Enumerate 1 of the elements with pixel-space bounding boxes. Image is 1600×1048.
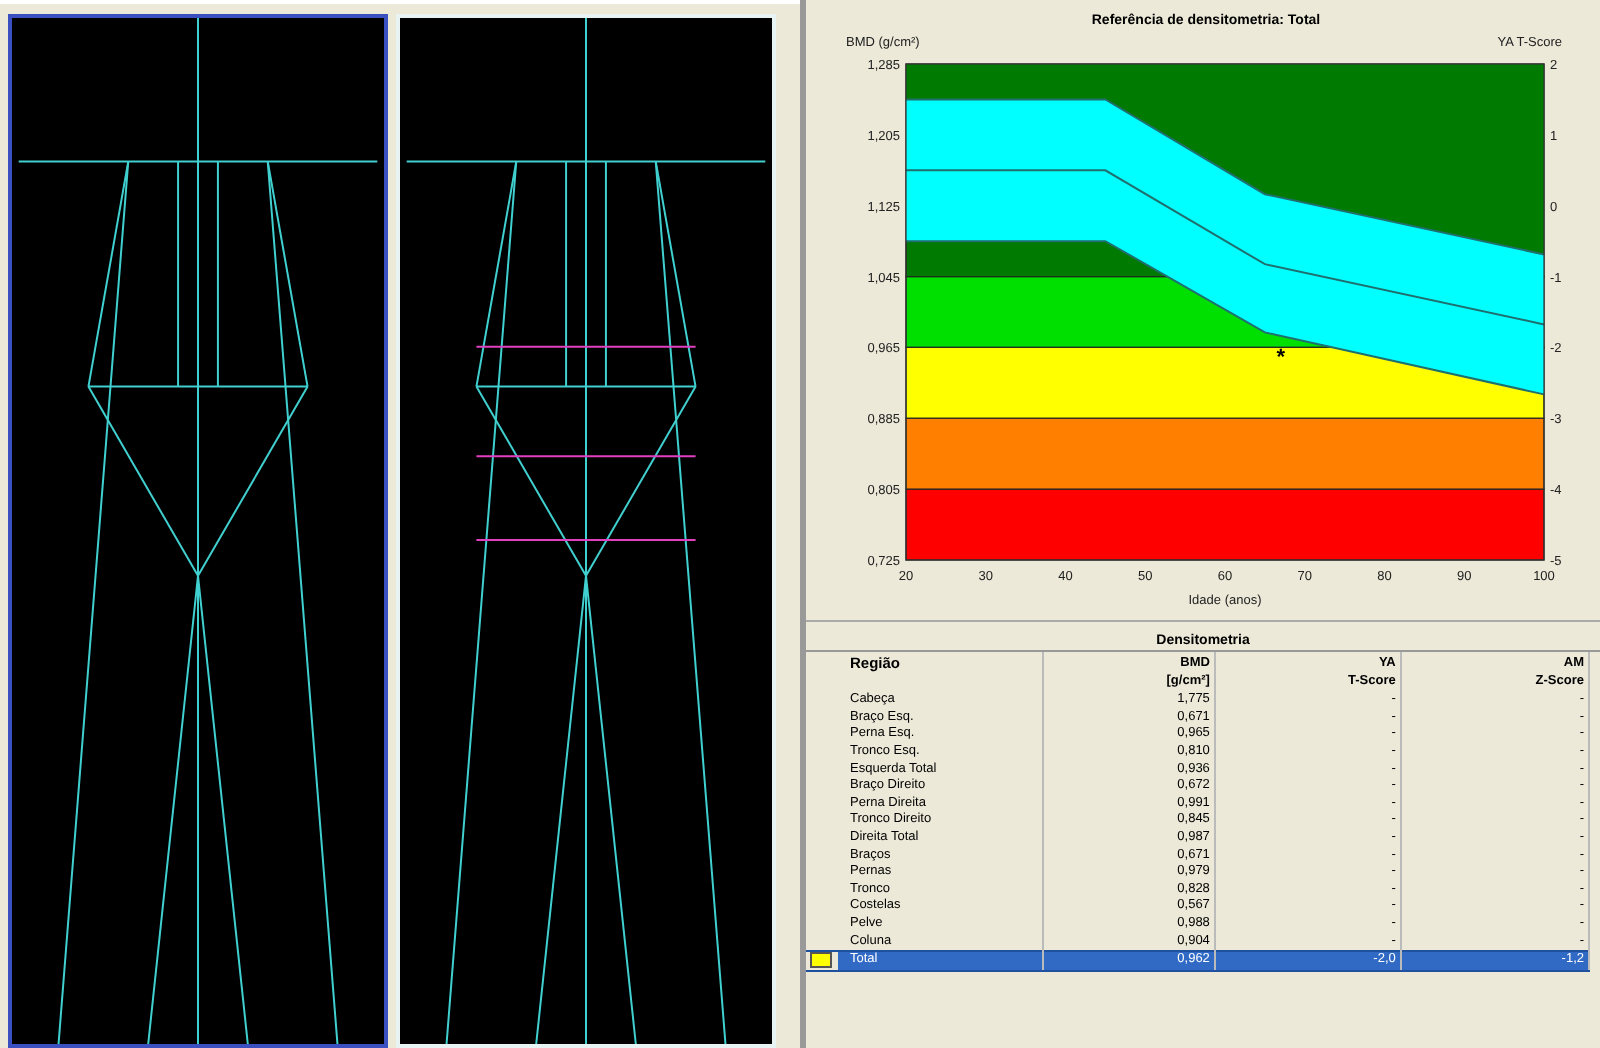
patient-marker: * [1276,346,1286,371]
